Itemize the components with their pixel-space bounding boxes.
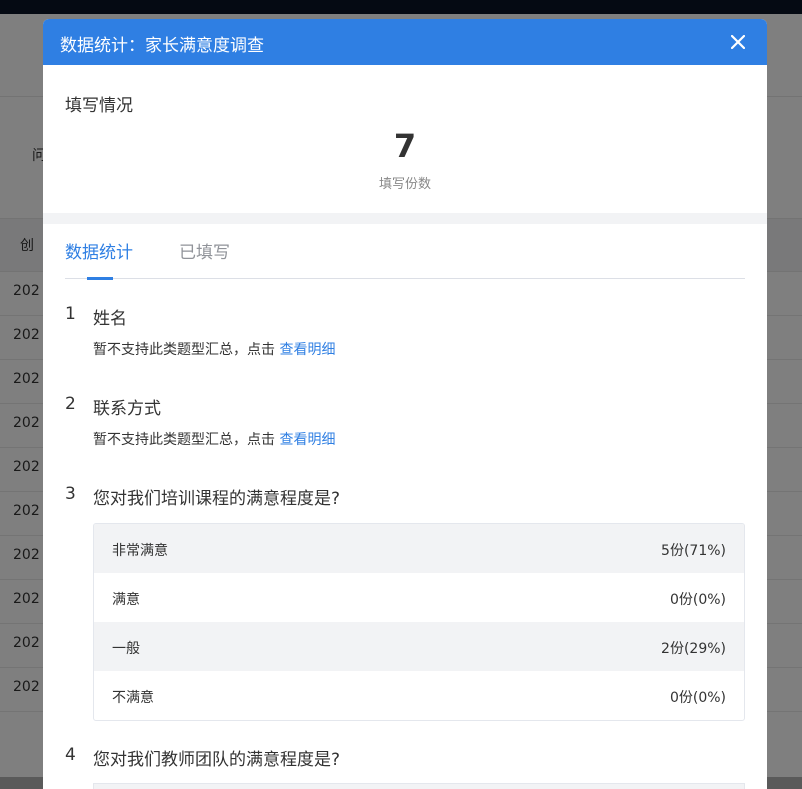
question-title: 2 联系方式: [65, 394, 767, 420]
question-2: 2 联系方式 暂不支持此类题型汇总，点击 查看明细: [65, 394, 767, 451]
question-4: 4 您对我们教师团队的满意程度是?: [65, 745, 767, 789]
option-count: 0份(0%): [669, 592, 726, 608]
section-divider: [43, 213, 767, 224]
question-number: 1: [65, 304, 76, 324]
question-1: 1 姓名 暂不支持此类题型汇总，点击 查看明细: [65, 304, 767, 361]
option-label: 不满意: [112, 690, 154, 706]
tab-bar: 数据统计 已填写: [65, 224, 745, 280]
question-3: 3 您对我们培训课程的满意程度是? 非常满意 5份(71%) 满意 0份(0%)…: [65, 484, 767, 721]
option-count: 2份(29%): [661, 641, 726, 657]
view-details-link[interactable]: 查看明细: [279, 342, 335, 358]
question-note: 暂不支持此类题型汇总，点击 查看明细: [93, 339, 767, 361]
question-title: 4 您对我们教师团队的满意程度是?: [65, 745, 767, 771]
tab-filled[interactable]: 已填写: [179, 238, 230, 263]
question-text: 姓名: [93, 309, 127, 329]
question-title: 3 您对我们培训课程的满意程度是?: [65, 484, 767, 510]
option-stats-table: [93, 783, 745, 789]
option-row: 非常满意 5份(71%): [94, 524, 744, 573]
option-label: 非常满意: [112, 543, 168, 559]
question-note: 暂不支持此类题型汇总，点击 查看明细: [93, 429, 767, 451]
note-text: 暂不支持此类题型汇总，点击: [93, 432, 275, 448]
question-title: 1 姓名: [65, 304, 767, 330]
question-text: 您对我们教师团队的满意程度是?: [93, 750, 341, 770]
view-details-link[interactable]: 查看明细: [279, 432, 335, 448]
option-label: 一般: [112, 641, 140, 657]
modal-header: 数据统计：家长满意度调查: [43, 19, 767, 65]
tab-statistics[interactable]: 数据统计: [65, 238, 133, 263]
fill-count-label: 填写份数: [378, 177, 431, 192]
option-row: 满意 0份(0%): [94, 573, 744, 622]
statistics-modal: 数据统计：家长满意度调查 填写情况 7 填写份数 数据统计 已填写 1 姓名 暂…: [43, 19, 767, 789]
question-text: 联系方式: [93, 399, 161, 419]
question-text: 您对我们培训课程的满意程度是?: [93, 489, 341, 509]
question-number: 3: [65, 484, 76, 504]
modal-title: 数据统计：家长满意度调查: [60, 36, 264, 56]
fill-heading: 填写情况: [65, 96, 133, 116]
question-number: 4: [65, 745, 76, 765]
option-label: 满意: [112, 592, 140, 608]
tab-active-indicator: [87, 277, 113, 280]
note-text: 暂不支持此类题型汇总，点击: [93, 342, 275, 358]
option-row: 不满意 0份(0%): [94, 671, 744, 720]
close-icon[interactable]: [727, 31, 749, 53]
option-count: 5份(71%): [661, 543, 726, 559]
question-number: 2: [65, 394, 76, 414]
fill-count: 7: [393, 127, 417, 165]
option-count: 0份(0%): [669, 690, 726, 706]
fill-summary: 填写情况 7 填写份数: [43, 65, 767, 213]
option-stats-table: 非常满意 5份(71%) 满意 0份(0%) 一般 2份(29%) 不满意 0份…: [93, 523, 745, 721]
option-row: 一般 2份(29%): [94, 622, 744, 671]
